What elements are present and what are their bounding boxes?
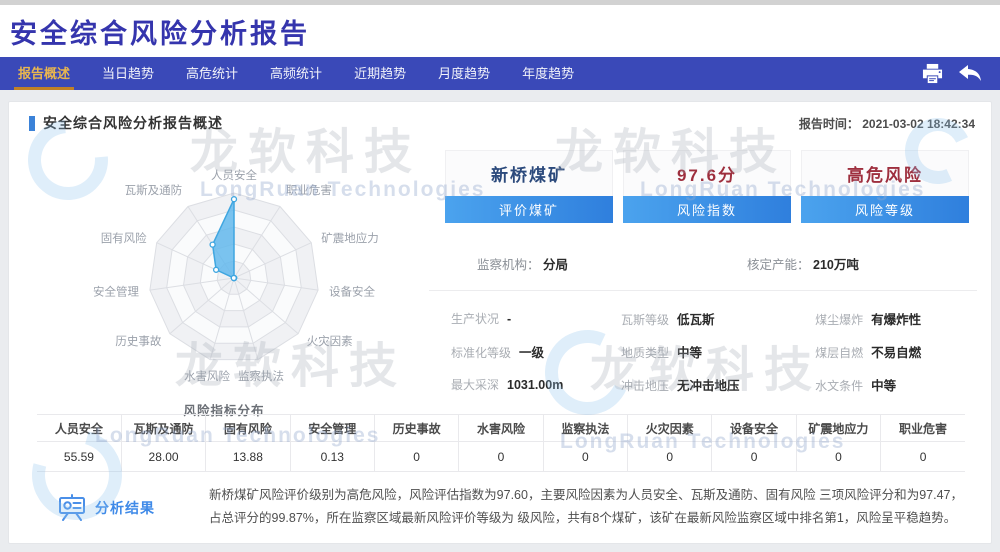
table-header-cell: 监察执法 [543, 415, 627, 442]
attr-standardization: 标准化等级一级 [451, 342, 621, 361]
radar-chart: 人员安全职业危害矿震地应力设备安全火灾因素监察执法水害风险 历史事故 安全管理 固有风… [34, 150, 414, 402]
table-cell: 13.88 [206, 442, 290, 472]
section-title: 安全综合风险分析报告概述 [43, 113, 223, 133]
svg-text:历史事故: 历史事故 [115, 334, 161, 348]
risk-score: 97.6分 [623, 150, 791, 196]
table-cell: 0 [543, 442, 627, 472]
table-header-cell: 设备安全 [712, 415, 796, 442]
table-header-cell: 瓦斯及通防 [121, 415, 205, 442]
page-title: 安全综合风险分析报告 [10, 12, 310, 51]
analysis-result-label: 分析结果 [57, 494, 207, 522]
info-top-row: 监察机构： 分局 核定产能： 210万吨 [429, 254, 977, 274]
svg-text:人员安全: 人员安全 [211, 168, 257, 182]
supervision-agency: 监察机构： 分局 [477, 254, 568, 273]
risk-score-table: 人员安全 瓦斯及通防 固有风险 安全管理 历史事故 水害风险 监察执法 火灾因素… [37, 414, 965, 472]
summary-card-mine: 新桥煤矿 评价煤矿 [445, 150, 613, 223]
attr-spontaneous-combustion: 煤层自燃不易自燃 [815, 342, 977, 361]
svg-text:设备安全: 设备安全 [329, 285, 375, 299]
tab-highrisk-stats[interactable]: 高危统计 [186, 57, 238, 90]
table-cell: 0 [374, 442, 458, 472]
table-cell: 0 [459, 442, 543, 472]
attr-production-status: 生产状况- [451, 310, 621, 327]
summary-card-score: 97.6分 风险指数 [623, 150, 791, 223]
table-cell: 0 [712, 442, 796, 472]
report-time-label: 报告时间： [799, 117, 859, 131]
mine-info-panel: 新桥煤矿 评价煤矿 97.6分 风险指数 高危风险 风险等级 监察机构： 分局 … [429, 150, 977, 223]
panel-divider [429, 290, 977, 291]
attr-hydrology: 水文条件中等 [815, 375, 977, 394]
table-cell: 0 [881, 442, 965, 472]
tab-monthly-trend[interactable]: 月度趋势 [438, 57, 490, 90]
table-cell: 28.00 [121, 442, 205, 472]
table-cell: 55.59 [37, 442, 121, 472]
table-header-cell: 安全管理 [290, 415, 374, 442]
section-header: 安全综合风险分析报告概述 报告时间： 2021-03-02 18:42:34 [29, 112, 975, 134]
tab-yearly-trend[interactable]: 年度趋势 [522, 57, 574, 90]
presentation-board-icon [57, 494, 87, 522]
report-card: 安全综合风险分析报告概述 报告时间： 2021-03-02 18:42:34 人… [8, 101, 992, 544]
svg-text:安全管理: 安全管理 [93, 285, 139, 299]
table-header-cell: 水害风险 [459, 415, 543, 442]
tab-recent-trend[interactable]: 近期趋势 [354, 57, 406, 90]
report-time: 报告时间： 2021-03-02 18:42:34 [799, 115, 975, 132]
svg-text:水害风险: 水害风险 [184, 369, 230, 383]
mine-name: 新桥煤矿 [445, 150, 613, 196]
attr-rock-burst: 冲击地压无冲击地压 [621, 375, 815, 394]
svg-text:瓦斯及通防: 瓦斯及通防 [125, 183, 183, 197]
risk-level-label: 风险等级 [801, 196, 969, 223]
table-header-cell: 人员安全 [37, 415, 121, 442]
table-cell: 0 [628, 442, 712, 472]
svg-text:监察执法: 监察执法 [238, 369, 284, 383]
table-cell: 0 [796, 442, 880, 472]
nav-bar: 报告概述 当日趋势 高危统计 高频统计 近期趋势 月度趋势 年度趋势 [0, 57, 1000, 90]
table-header-cell: 固有风险 [206, 415, 290, 442]
table-cell: 0.13 [290, 442, 374, 472]
svg-text:矿震地应力: 矿震地应力 [321, 231, 379, 245]
tab-report-overview[interactable]: 报告概述 [18, 57, 70, 90]
back-icon[interactable] [958, 63, 982, 85]
mine-name-label: 评价煤矿 [445, 196, 613, 223]
summary-cards: 新桥煤矿 评价煤矿 97.6分 风险指数 高危风险 风险等级 [429, 150, 977, 223]
svg-text:职业危害: 职业危害 [286, 183, 332, 197]
table-header-row: 人员安全 瓦斯及通防 固有风险 安全管理 历史事故 水害风险 监察执法 火灾因素… [37, 415, 965, 442]
title-bar: 安全综合风险分析报告 [0, 5, 1000, 57]
attr-max-depth: 最大采深1031.00m [451, 376, 621, 393]
section-bullet-icon [29, 116, 35, 131]
summary-card-level: 高危风险 风险等级 [801, 150, 969, 223]
table-row: 55.59 28.00 13.88 0.13 0 0 0 0 0 0 0 [37, 442, 965, 472]
table-header-cell: 历史事故 [374, 415, 458, 442]
table-header-cell: 职业危害 [881, 415, 965, 442]
attr-gas-grade: 瓦斯等级低瓦斯 [621, 309, 815, 328]
approved-capacity: 核定产能： 210万吨 [747, 254, 859, 273]
risk-level: 高危风险 [801, 150, 969, 196]
tab-highfreq-stats[interactable]: 高频统计 [270, 57, 322, 90]
mine-attributes-grid: 生产状况- 瓦斯等级低瓦斯 煤尘爆炸有爆炸性 标准化等级一级 地质类型中等 煤层… [451, 302, 977, 401]
svg-text:火灾因素: 火灾因素 [307, 334, 353, 348]
table-header-cell: 矿震地应力 [796, 415, 880, 442]
risk-score-label: 风险指数 [623, 196, 791, 223]
attr-geology-type: 地质类型中等 [621, 342, 815, 361]
report-time-value: 2021-03-02 18:42:34 [862, 117, 975, 131]
print-icon[interactable] [920, 63, 944, 85]
tab-daily-trend[interactable]: 当日趋势 [102, 57, 154, 90]
table-header-cell: 火灾因素 [628, 415, 712, 442]
svg-text:固有风险: 固有风险 [101, 231, 147, 245]
analysis-text: 新桥煤矿风险评价级别为高危风险，风险评估指数为97.60，主要风险因素为人员安全… [209, 484, 963, 530]
attr-coal-dust: 煤尘爆炸有爆炸性 [815, 309, 977, 328]
